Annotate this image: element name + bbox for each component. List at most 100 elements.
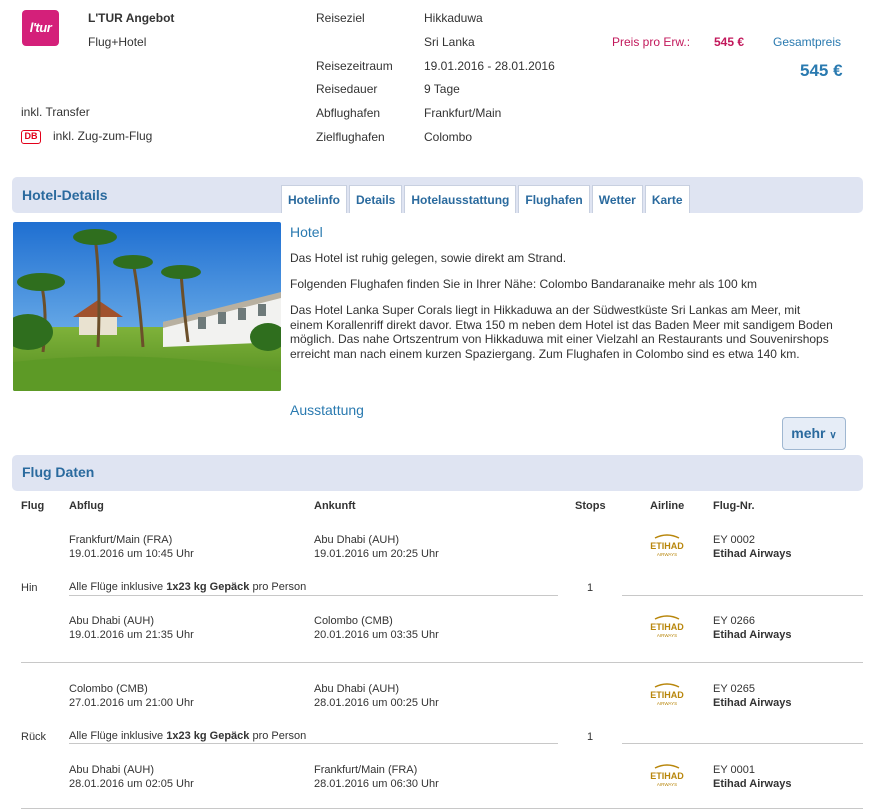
- etihad-logo-subtext: AIRWAYS: [657, 552, 677, 557]
- col-abflug: Abflug: [69, 500, 104, 512]
- arr-place: Abu Dhabi (AUH): [314, 683, 399, 695]
- tab-karte[interactable]: Karte: [644, 185, 690, 213]
- flight-number: EY 0002 Etihad Airways: [713, 533, 791, 561]
- train-note: inkl. Zug-zum-Flug: [53, 129, 153, 143]
- value-zielflughafen: Colombo: [424, 130, 473, 144]
- baggage-post: pro Person: [249, 730, 307, 742]
- direction-label: Rück: [21, 731, 47, 743]
- etihad-logo-subtext: AIRWAYS: [657, 782, 677, 787]
- baggage-post: pro Person: [249, 581, 307, 593]
- divider: [69, 743, 558, 744]
- airline-name: Etihad Airways: [713, 548, 792, 560]
- hotel-details-title: Hotel-Details: [22, 187, 108, 203]
- flight-data-bar: [12, 455, 863, 491]
- arr-place: Abu Dhabi (AUH): [314, 534, 399, 546]
- hotel-image[interactable]: [13, 222, 281, 391]
- dep-time: 19.01.2016 um 21:35 Uhr: [69, 629, 194, 641]
- dep-place: Abu Dhabi (AUH): [69, 615, 154, 627]
- flight-no: EY 0001: [713, 764, 756, 776]
- airline-name: Etihad Airways: [713, 697, 792, 709]
- value-reisezeitraum: 19.01.2016 - 28.01.2016: [424, 59, 555, 73]
- baggage-note: Alle Flüge inklusive 1x23 kg Gepäck pro …: [69, 729, 306, 743]
- dep-place: Colombo (CMB): [69, 683, 148, 695]
- leg-departure: Frankfurt/Main (FRA) 19.01.2016 um 10:45 …: [69, 533, 194, 561]
- group-divider: [21, 808, 863, 809]
- etihad-logo-text: ETIHAD: [650, 541, 684, 551]
- etihad-logo-subtext: AIRWAYS: [657, 701, 677, 706]
- stops-count: 1: [587, 731, 594, 743]
- arr-time: 28.01.2016 um 00:25 Uhr: [314, 697, 439, 709]
- col-flug: Flug: [21, 500, 45, 512]
- etihad-logo: ETIHAD AIRWAYS: [645, 532, 689, 563]
- dep-time: 28.01.2016 um 02:05 Uhr: [69, 778, 194, 790]
- flight-number: EY 0001 Etihad Airways: [713, 763, 791, 791]
- baggage-note: Alle Flüge inklusive 1x23 kg Gepäck pro …: [69, 580, 306, 594]
- divider: [622, 743, 863, 744]
- flight-number: EY 0266 Etihad Airways: [713, 614, 791, 642]
- total-price: 545 €: [800, 61, 843, 80]
- tab-details[interactable]: Details: [349, 185, 403, 213]
- etihad-logo: ETIHAD AIRWAYS: [645, 762, 689, 793]
- tab-hotelausstattung[interactable]: Hotelausstattung: [404, 185, 517, 213]
- arr-place: Colombo (CMB): [314, 615, 393, 627]
- value-abflughafen: Frankfurt/Main: [424, 106, 502, 120]
- tab-wetter[interactable]: Wetter: [591, 185, 643, 213]
- etihad-logo: ETIHAD AIRWAYS: [645, 681, 689, 712]
- baggage-pre: Alle Flüge inklusive: [69, 730, 167, 742]
- tab-hotelinfo[interactable]: Hotelinfo: [281, 185, 347, 213]
- leg-arrival: Abu Dhabi (AUH) 28.01.2016 um 00:25 Uhr: [314, 682, 439, 710]
- label-reiseziel: Reiseziel: [316, 11, 365, 25]
- offer-type: Flug+Hotel: [88, 35, 147, 49]
- dep-place: Frankfurt/Main (FRA): [69, 534, 173, 546]
- divider: [622, 595, 863, 596]
- flight-no: EY 0266: [713, 615, 756, 627]
- tab-flughafen[interactable]: Flughafen: [518, 185, 590, 213]
- etihad-logo-text: ETIHAD: [650, 690, 684, 700]
- leg-arrival: Frankfurt/Main (FRA) 28.01.2016 um 06:30 …: [314, 763, 439, 791]
- baggage-bold: 1x23 kg Gepäck: [166, 730, 250, 742]
- chevron-down-icon: ∨: [829, 430, 837, 441]
- group-divider: [21, 662, 863, 663]
- hotel-text-location: Das Hotel ist ruhig gelegen, sowie direk…: [290, 251, 567, 265]
- flight-no: EY 0265: [713, 683, 756, 695]
- col-airline: Airline: [650, 500, 685, 512]
- hotel-tabs: Hotelinfo Details Hotelausstattung Flugh…: [281, 185, 690, 213]
- etihad-logo: ETIHAD AIRWAYS: [645, 613, 689, 644]
- more-label: mehr: [791, 425, 826, 441]
- label-reisedauer: Reisedauer: [316, 82, 378, 96]
- price-per-adult-label: Preis pro Erw.:: [612, 35, 691, 49]
- hotel-text-description: Das Hotel Lanka Super Corals liegt in Hi…: [290, 303, 833, 361]
- offer-brand: L'TUR Angebot: [88, 11, 175, 25]
- flight-no: EY 0002: [713, 534, 756, 546]
- db-icon: DB: [21, 130, 41, 144]
- leg-departure: Abu Dhabi (AUH) 28.01.2016 um 02:05 Uhr: [69, 763, 194, 791]
- airline-name: Etihad Airways: [713, 629, 792, 641]
- ausstattung-heading[interactable]: Ausstattung: [290, 402, 364, 418]
- label-zielflughafen: Zielflughafen: [316, 130, 385, 144]
- arr-time: 20.01.2016 um 03:35 Uhr: [314, 629, 439, 641]
- etihad-logo-subtext: AIRWAYS: [657, 633, 677, 638]
- flight-data-title: Flug Daten: [22, 464, 95, 480]
- leg-departure: Colombo (CMB) 27.01.2016 um 21:00 Uhr: [69, 682, 194, 710]
- direction-label: Hin: [21, 582, 38, 594]
- value-country: Sri Lanka: [424, 35, 475, 49]
- col-stops: Stops: [575, 500, 606, 512]
- leg-departure: Abu Dhabi (AUH) 19.01.2016 um 21:35 Uhr: [69, 614, 194, 642]
- ltur-logo: l'tur: [22, 10, 59, 46]
- label-abflughafen: Abflughafen: [316, 106, 381, 120]
- col-flugnr: Flug-Nr.: [713, 500, 755, 512]
- flight-number: EY 0265 Etihad Airways: [713, 682, 791, 710]
- label-reisezeitraum: Reisezeitraum: [316, 59, 393, 73]
- baggage-bold: 1x23 kg Gepäck: [166, 581, 250, 593]
- transfer-note: inkl. Transfer: [21, 105, 90, 119]
- arr-time: 28.01.2016 um 06:30 Uhr: [314, 778, 439, 790]
- more-button[interactable]: mehr ∨: [782, 417, 846, 450]
- col-ankunft: Ankunft: [314, 500, 356, 512]
- hotel-text-airport: Folgenden Flughafen finden Sie in Ihrer …: [290, 277, 757, 291]
- divider: [69, 595, 558, 596]
- hotel-heading: Hotel: [290, 224, 323, 240]
- dep-time: 27.01.2016 um 21:00 Uhr: [69, 697, 194, 709]
- etihad-logo-text: ETIHAD: [650, 771, 684, 781]
- stops-count: 1: [587, 582, 594, 594]
- value-reisedauer: 9 Tage: [424, 82, 460, 96]
